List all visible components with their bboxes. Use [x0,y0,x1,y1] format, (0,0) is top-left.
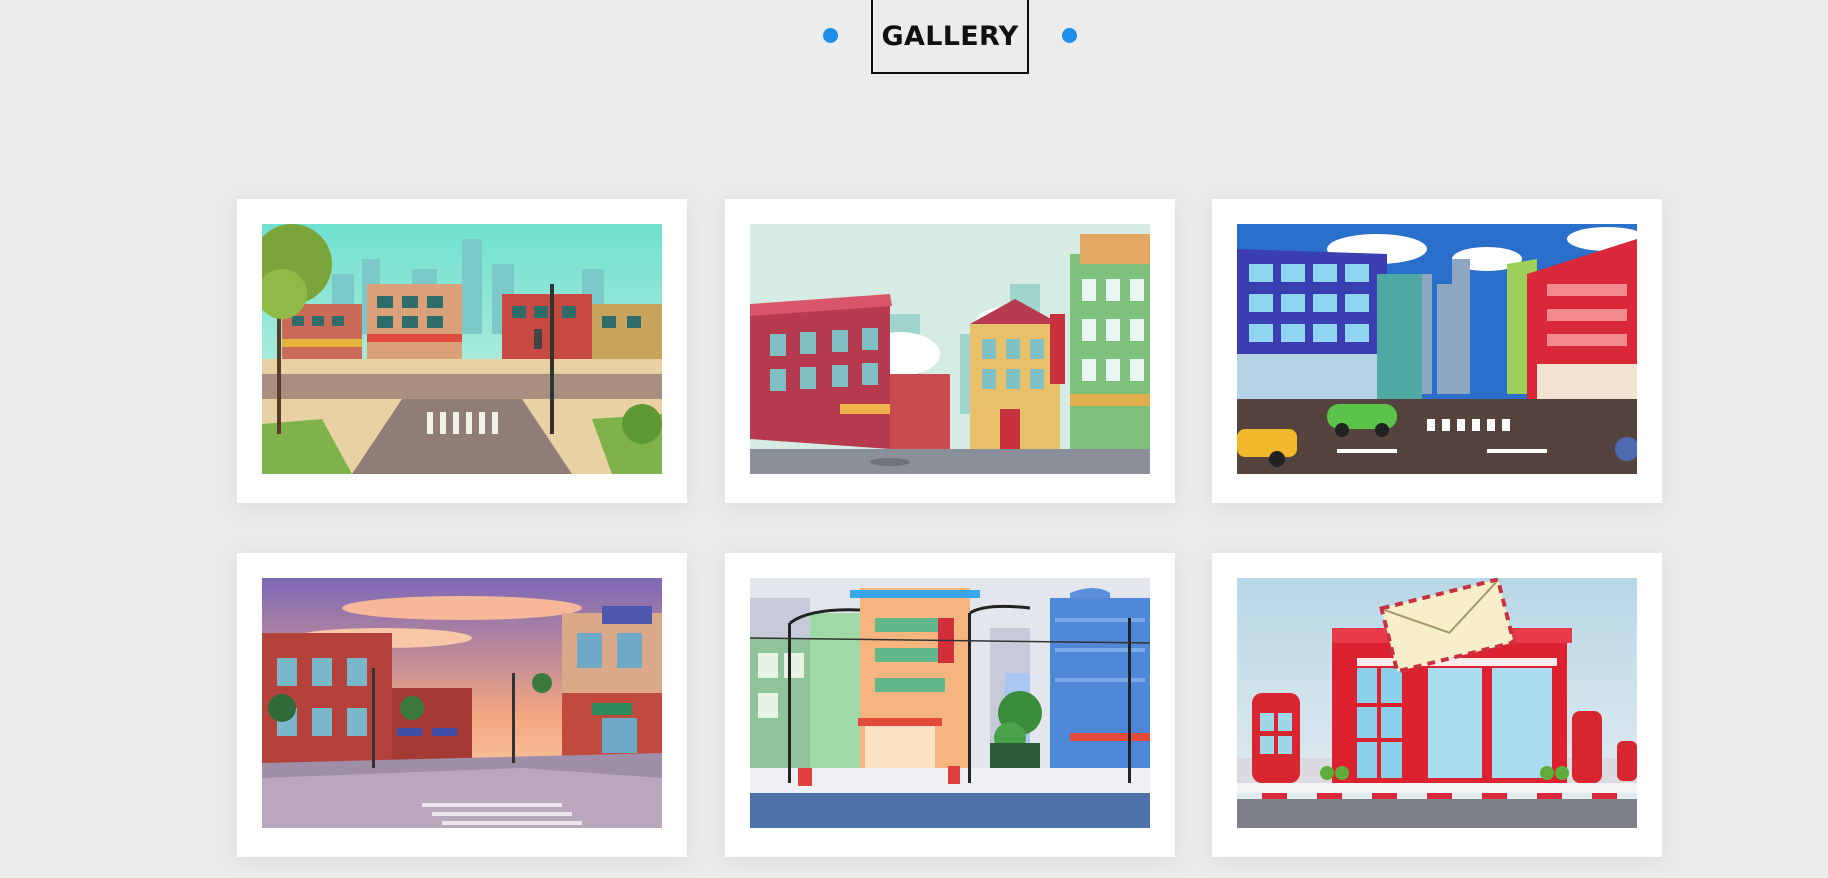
post-office-illustration-icon [1237,578,1637,828]
gallery-card-4[interactable] [237,553,687,857]
gallery-card-6[interactable] [1212,553,1662,857]
page-title: GALLERY [871,0,1029,74]
gallery-header: GALLERY [0,0,1828,74]
gallery-card-1[interactable] [237,199,687,503]
gallery-card-5[interactable] [725,553,1175,857]
right-dot-icon [1062,28,1077,43]
left-dot-icon [823,28,838,43]
street-buildings-hotel-illustration-icon [750,224,1150,474]
gallery-card-2[interactable] [725,199,1175,503]
downtown-traffic-illustration-icon [1237,224,1637,474]
gallery-card-3[interactable] [1212,199,1662,503]
city-crossroad-illustration-icon [262,224,662,474]
city-street-lamps-illustration-icon [750,578,1150,828]
sunset-street-corner-illustration-icon [262,578,662,828]
